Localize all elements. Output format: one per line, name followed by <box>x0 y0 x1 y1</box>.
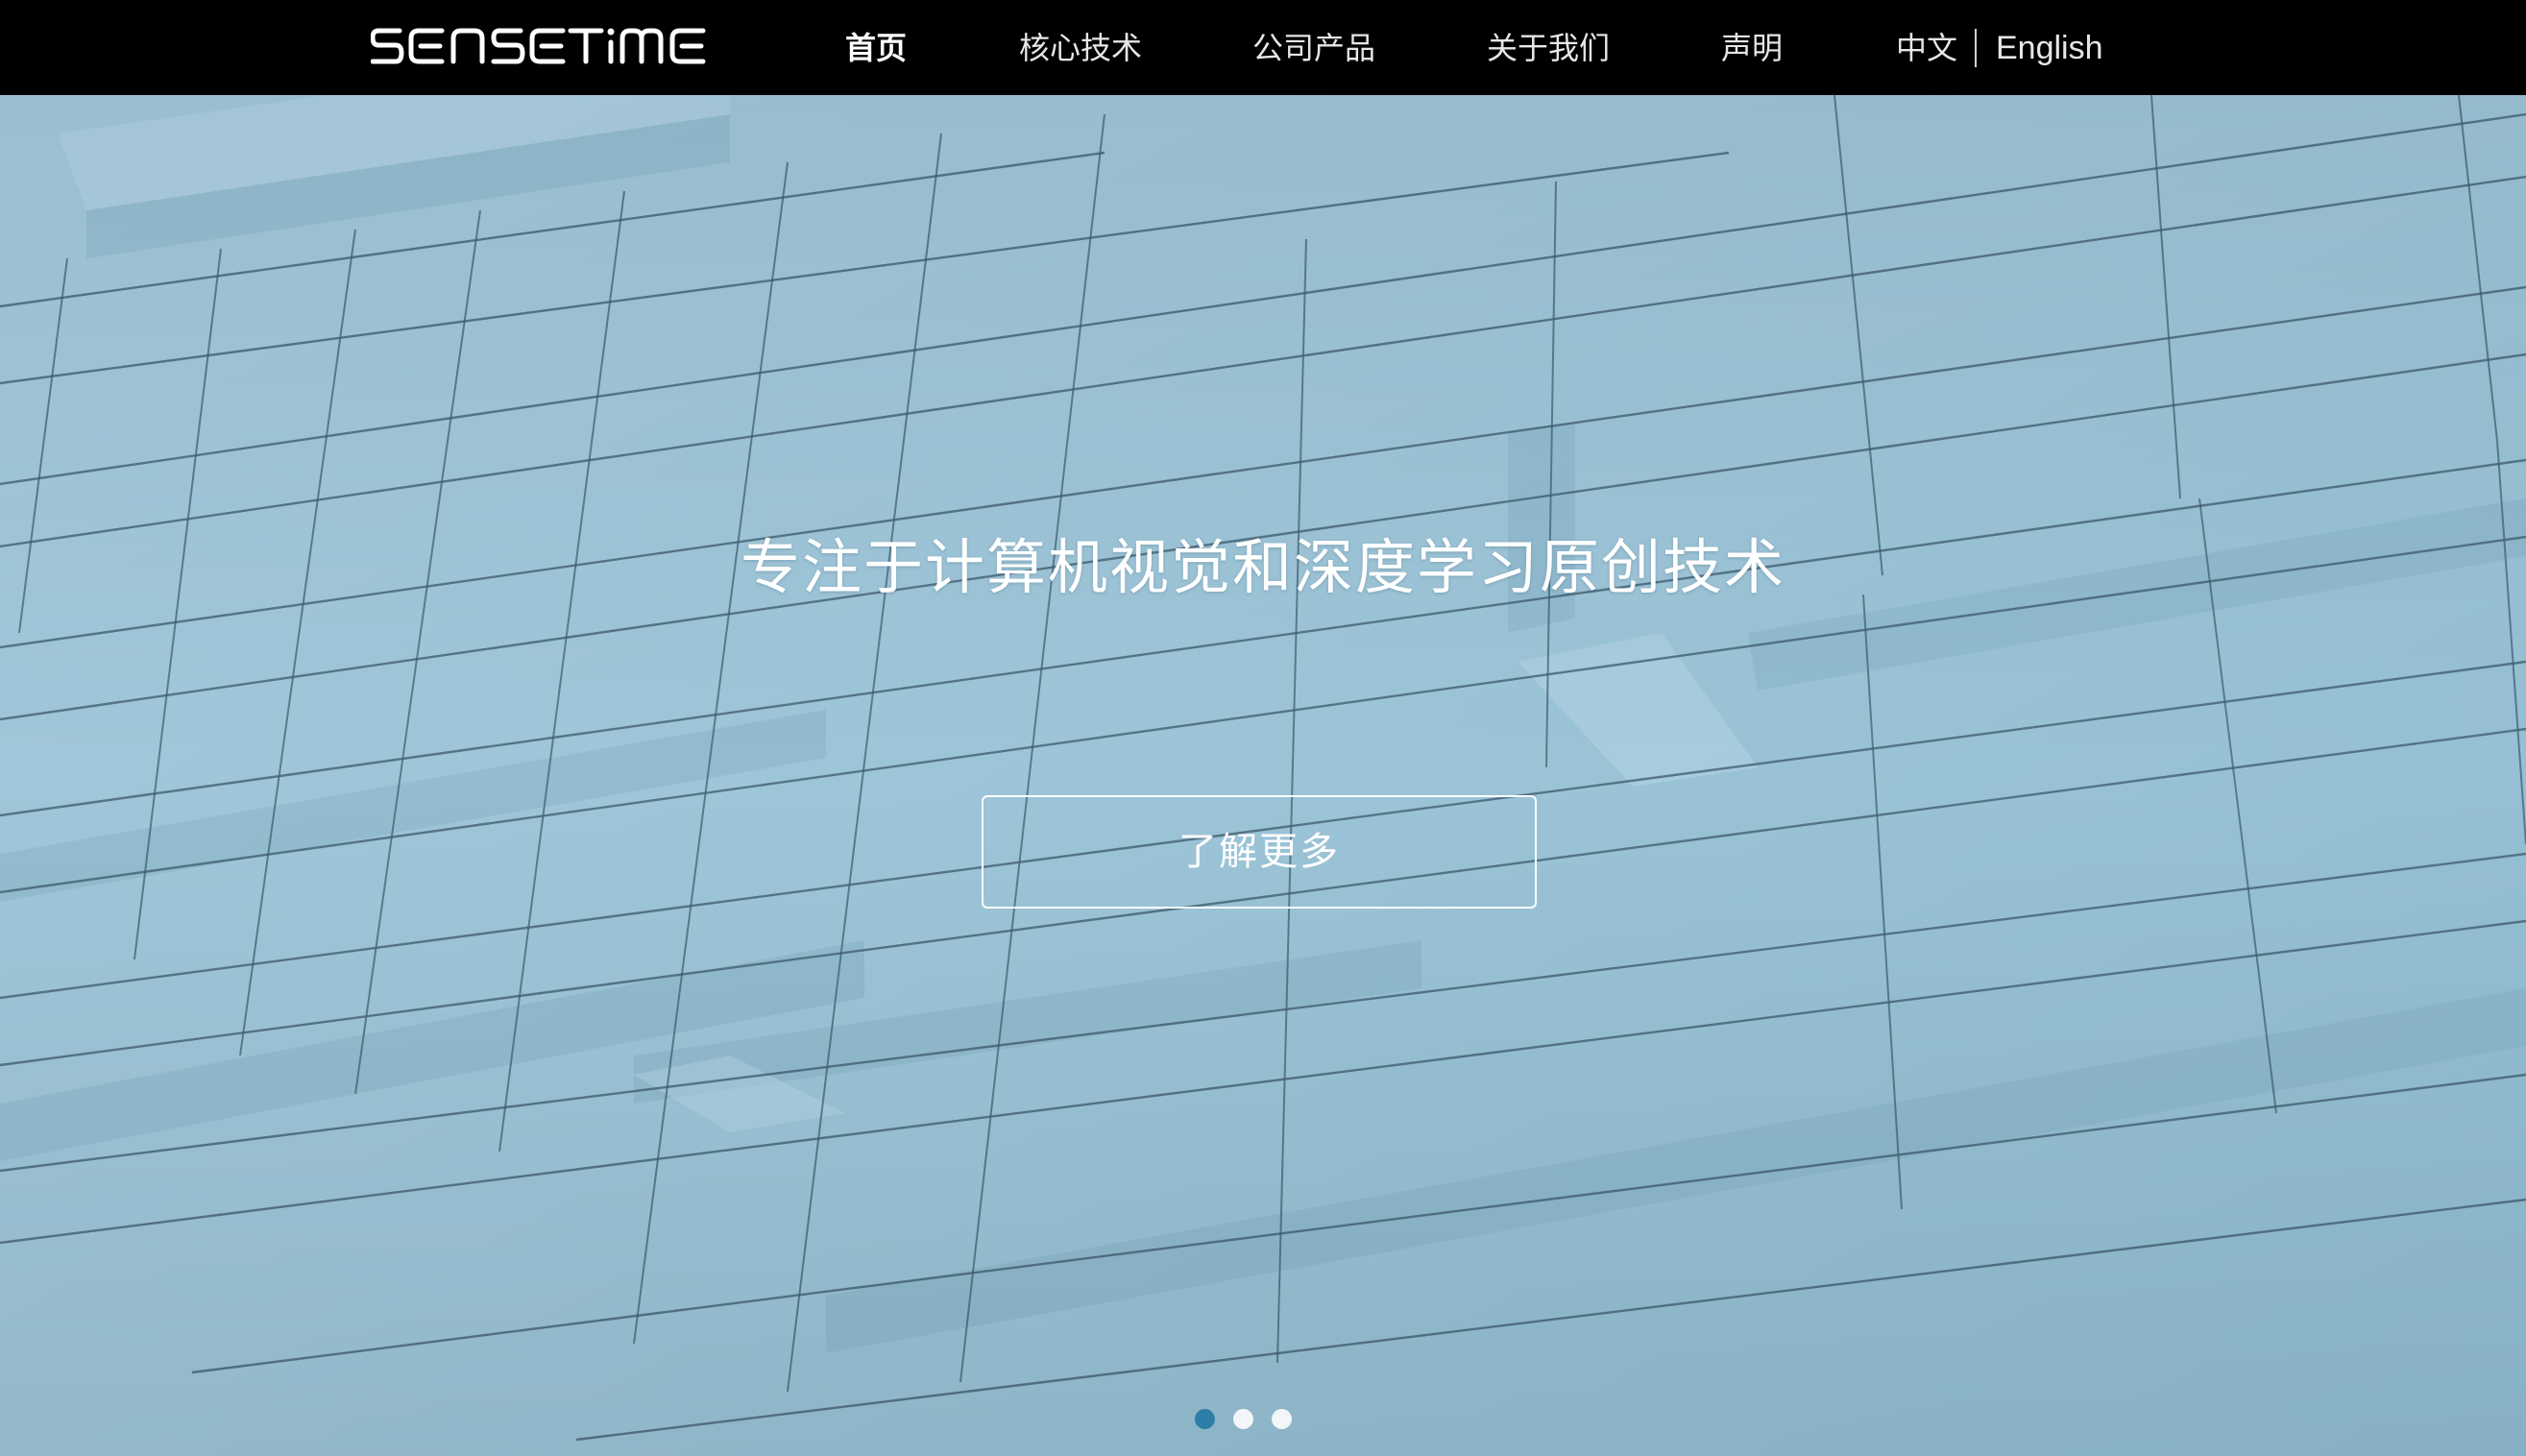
sensetime-logo[interactable] <box>371 23 713 73</box>
page: 首页 核心技术 公司产品 关于我们 声明 中文 English 专注于计算机视觉… <box>0 0 2526 1456</box>
carousel-dot-2[interactable] <box>1233 1409 1253 1429</box>
carousel-dot-3[interactable] <box>1272 1409 1292 1429</box>
nav-item-core-tech[interactable]: 核心技术 <box>1019 27 1142 69</box>
top-navbar: 首页 核心技术 公司产品 关于我们 声明 中文 English <box>0 0 2526 95</box>
nav-item-home[interactable]: 首页 <box>845 27 907 69</box>
nav-item-about[interactable]: 关于我们 <box>1487 27 1610 69</box>
hero-title: 专注于计算机视觉和深度学习原创技术 <box>740 532 1785 602</box>
lang-chinese-link[interactable]: 中文 <box>1896 27 1957 69</box>
learn-more-button[interactable]: 了解更多 <box>982 795 1537 909</box>
lang-divider <box>1975 29 1977 67</box>
nav-item-statement[interactable]: 声明 <box>1721 27 1783 69</box>
nav-item-products[interactable]: 公司产品 <box>1252 27 1375 69</box>
lang-english-link[interactable]: English <box>1996 27 2103 69</box>
hero-banner: 专注于计算机视觉和深度学习原创技术 了解更多 <box>0 95 2526 1456</box>
hero-background-image <box>0 95 2526 1456</box>
carousel-dot-1[interactable] <box>1195 1409 1215 1429</box>
